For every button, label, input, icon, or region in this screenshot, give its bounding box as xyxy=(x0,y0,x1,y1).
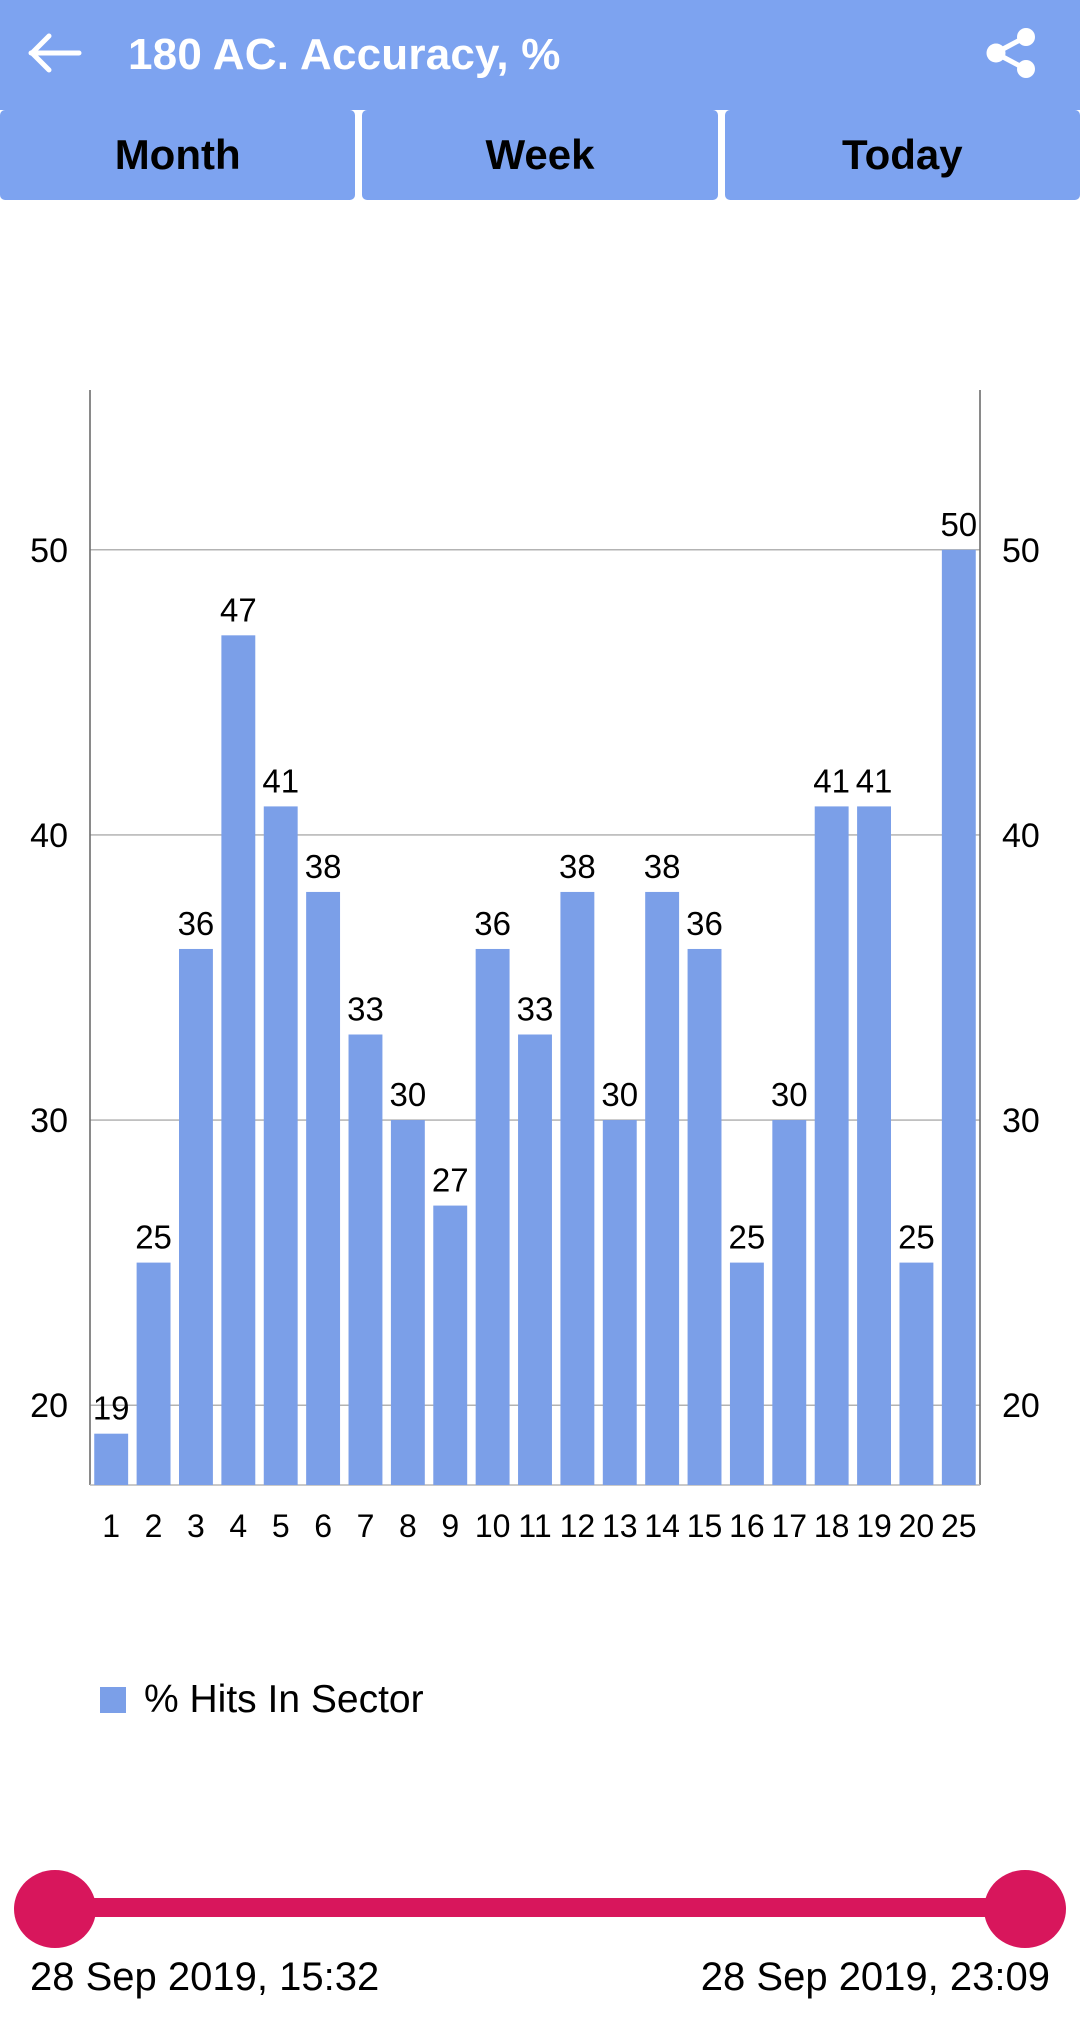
legend-swatch xyxy=(100,1687,126,1713)
bar[interactable] xyxy=(560,891,595,1485)
bar-value-label: 36 xyxy=(474,905,511,942)
bar[interactable] xyxy=(306,891,341,1485)
chart-container: 20 30 40 50 20 30 40 50 19 1 25 2 36 3 47 4 41 5 38 6 33 7 30 8… xyxy=(0,200,1080,1820)
y-tick-label-left: 30 xyxy=(30,1102,68,1140)
y-tick-label-left: 50 xyxy=(30,532,68,570)
bar-value-label: 41 xyxy=(856,762,893,799)
bar-value-label: 50 xyxy=(940,506,977,543)
y-tick-label-left: 20 xyxy=(30,1387,68,1425)
x-tick-label: 6 xyxy=(314,1508,332,1544)
back-button[interactable] xyxy=(0,0,110,110)
x-tick-label: 4 xyxy=(229,1508,247,1544)
page-title: 180 AC. Accuracy, % xyxy=(128,30,561,79)
x-tick-label: 10 xyxy=(475,1508,511,1544)
x-tick-label: 1 xyxy=(102,1508,120,1544)
share-button[interactable] xyxy=(956,0,1066,110)
bar[interactable] xyxy=(857,806,891,1485)
bar-value-label: 41 xyxy=(813,762,850,799)
bar[interactable] xyxy=(475,948,510,1485)
time-range-slider: 28 Sep 2019, 15:32 28 Sep 2019, 23:09 xyxy=(0,1820,1080,2020)
bar-value-label: 25 xyxy=(729,1219,766,1256)
x-tick-label: 16 xyxy=(729,1508,765,1544)
bar[interactable] xyxy=(136,1262,171,1485)
bar-value-label: 38 xyxy=(305,848,342,885)
bar[interactable] xyxy=(645,891,680,1485)
x-tick-label: 17 xyxy=(771,1508,807,1544)
bar-value-label: 33 xyxy=(517,991,554,1028)
x-tick-label: 7 xyxy=(357,1508,375,1544)
bar-value-label: 19 xyxy=(93,1390,130,1427)
bar[interactable] xyxy=(814,806,849,1485)
y-tick-label-left: 40 xyxy=(30,817,68,855)
bar-value-label: 36 xyxy=(178,905,215,942)
y-tick-label-right: 50 xyxy=(1002,532,1040,570)
bar-value-label: 36 xyxy=(686,905,723,942)
slider-handle-start[interactable] xyxy=(14,1870,96,1948)
bar[interactable] xyxy=(772,1120,807,1485)
accuracy-bar-chart: 20 30 40 50 20 30 40 50 19 1 25 2 36 3 47 4 41 5 38 6 33 7 30 8… xyxy=(30,390,1040,1544)
tab-today-label: Today xyxy=(842,131,963,178)
bar[interactable] xyxy=(179,948,213,1485)
x-tick-label: 18 xyxy=(814,1508,850,1544)
bar-value-label: 41 xyxy=(262,762,299,799)
bar[interactable] xyxy=(899,1262,934,1485)
x-tick-label: 5 xyxy=(272,1508,290,1544)
x-tick-label: 3 xyxy=(187,1508,205,1544)
y-tick-label-right: 40 xyxy=(1002,817,1040,855)
x-tick-label: 14 xyxy=(644,1508,680,1544)
bar-value-label: 38 xyxy=(559,848,596,885)
bar[interactable] xyxy=(263,806,298,1485)
y-tick-label-right: 30 xyxy=(1002,1102,1040,1140)
share-icon xyxy=(985,26,1037,85)
tab-week[interactable]: Week xyxy=(362,110,718,200)
x-tick-label: 2 xyxy=(145,1508,163,1544)
x-tick-label: 9 xyxy=(441,1508,459,1544)
x-tick-label: 15 xyxy=(687,1508,723,1544)
tab-week-label: Week xyxy=(485,131,595,178)
tab-month-label: Month xyxy=(114,131,241,178)
bar-value-label: 38 xyxy=(644,848,681,885)
bar-value-label: 30 xyxy=(771,1076,808,1113)
x-tick-label: 19 xyxy=(856,1508,892,1544)
bar-value-label: 30 xyxy=(601,1076,638,1113)
range-start-label: 28 Sep 2019, 15:32 xyxy=(30,1955,380,1999)
bar[interactable] xyxy=(348,1034,383,1485)
bar[interactable] xyxy=(94,1433,129,1485)
x-tick-label: 20 xyxy=(899,1508,935,1544)
slider-track[interactable] xyxy=(48,1898,1032,1917)
x-tick-label: 13 xyxy=(602,1508,638,1544)
bar-value-label: 25 xyxy=(135,1219,172,1256)
x-tick-label: 12 xyxy=(560,1508,596,1544)
bar[interactable] xyxy=(433,1205,468,1485)
legend-label: % Hits In Sector xyxy=(144,1678,424,1721)
x-tick-label: 11 xyxy=(518,1508,551,1544)
y-tick-label-right: 20 xyxy=(1002,1387,1040,1425)
x-tick-label: 8 xyxy=(399,1508,417,1544)
tab-today[interactable]: Today xyxy=(724,110,1080,200)
bar-value-label: 25 xyxy=(898,1219,935,1256)
bar-value-label: 33 xyxy=(347,991,384,1028)
bar[interactable] xyxy=(941,549,976,1485)
chart-legend: % Hits In Sector xyxy=(100,1678,424,1722)
arrow-left-icon xyxy=(28,30,82,81)
period-tab-row: Month Week Today xyxy=(0,110,1080,200)
bar[interactable] xyxy=(390,1120,425,1485)
bar[interactable] xyxy=(729,1262,764,1485)
app-bar: 180 AC. Accuracy, % xyxy=(0,0,1080,110)
bar[interactable] xyxy=(518,1034,552,1485)
bar[interactable] xyxy=(687,948,722,1485)
slider-handle-end[interactable] xyxy=(984,1870,1066,1948)
x-tick-label: 25 xyxy=(941,1508,977,1544)
bar[interactable] xyxy=(221,635,256,1485)
range-end-label: 28 Sep 2019, 23:09 xyxy=(700,1955,1050,1999)
bar-value-label: 27 xyxy=(432,1162,469,1199)
tab-month[interactable]: Month xyxy=(0,110,356,200)
bar[interactable] xyxy=(602,1120,637,1485)
bar-value-label: 47 xyxy=(220,591,257,628)
bar-value-label: 30 xyxy=(389,1076,426,1113)
slider-date-labels: 28 Sep 2019, 15:32 28 Sep 2019, 23:09 xyxy=(30,1955,1050,2000)
